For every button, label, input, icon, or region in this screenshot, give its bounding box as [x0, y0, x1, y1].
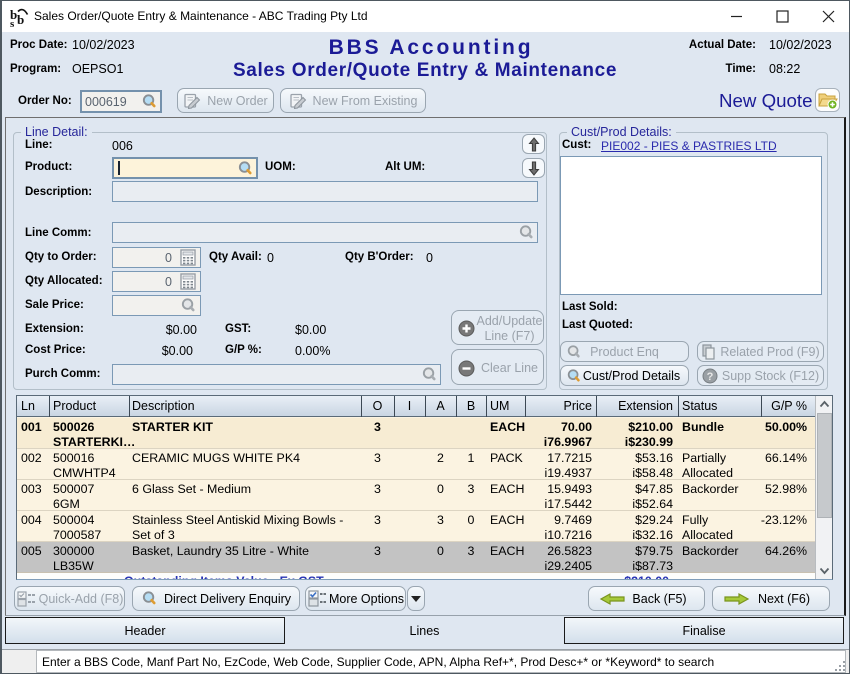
svg-text:s: s — [10, 18, 15, 28]
svg-text:?: ? — [706, 371, 713, 383]
svg-text:b: b — [17, 12, 24, 27]
